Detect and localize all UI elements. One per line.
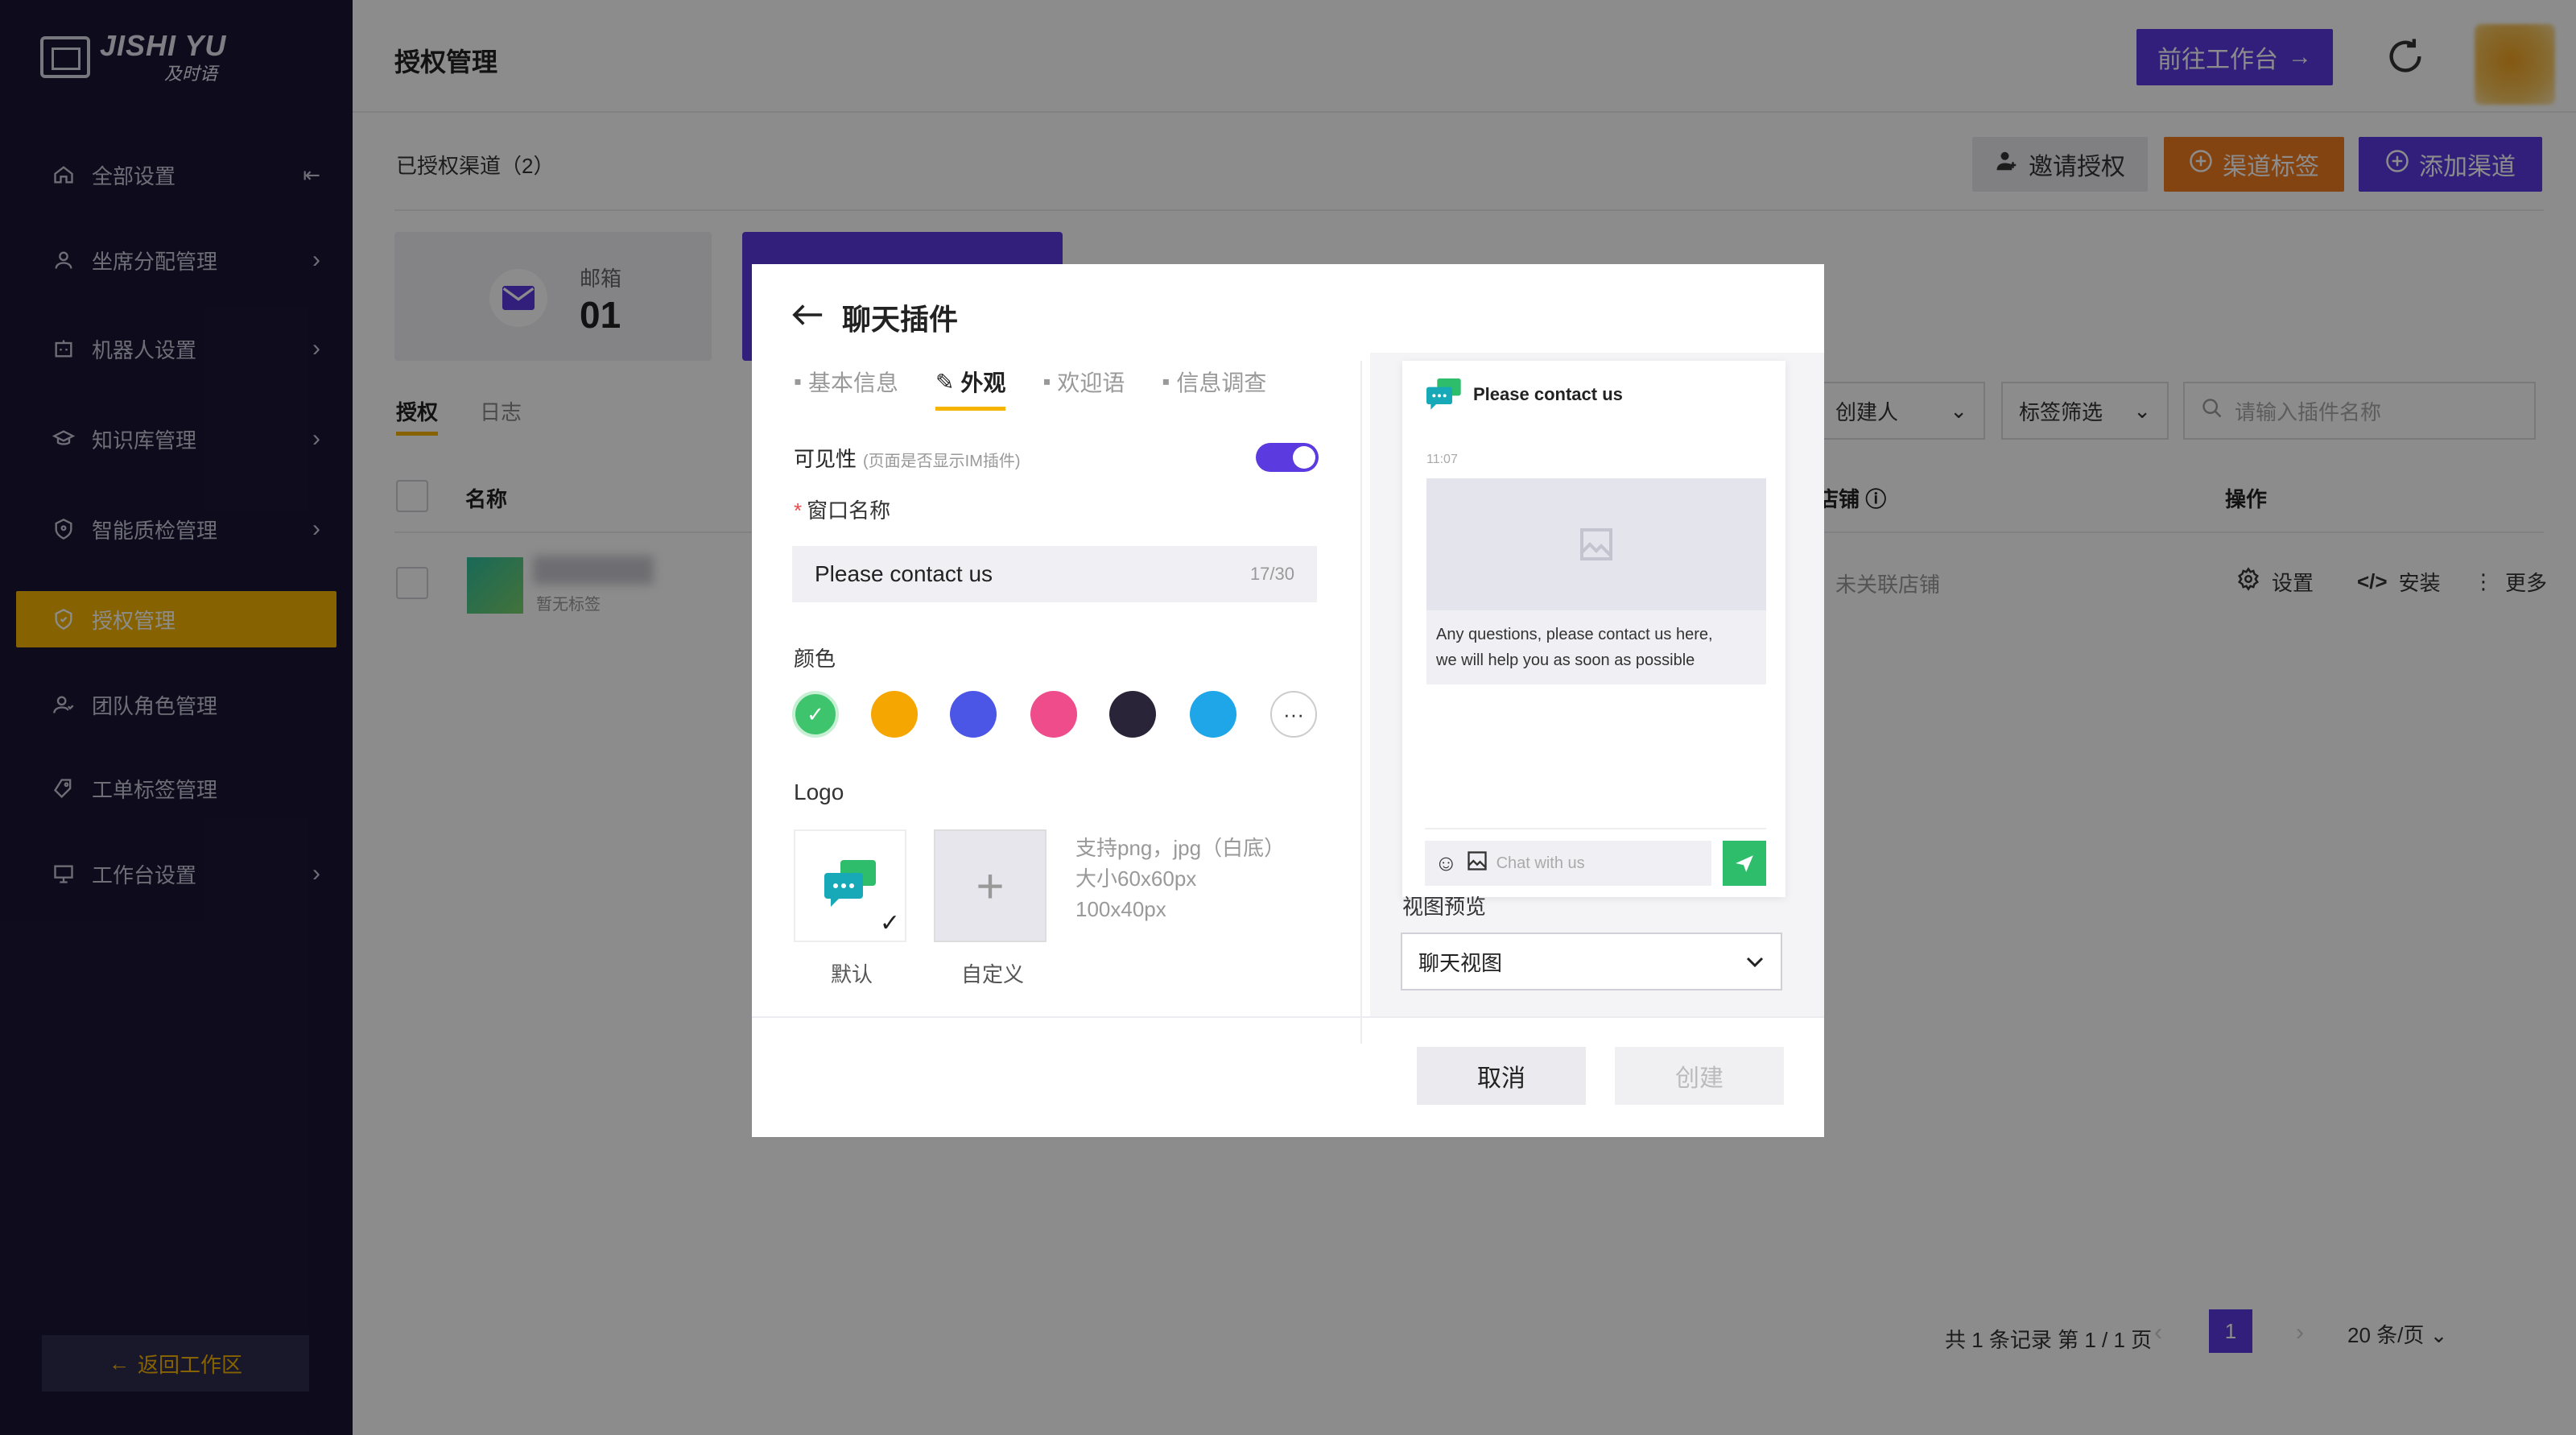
image-icon [1466,850,1488,877]
create-button[interactable]: 创建 [1615,1047,1784,1105]
back-arrow-icon[interactable] [792,300,824,334]
visibility-toggle[interactable] [1256,443,1319,472]
color-label: 颜色 [794,647,836,671]
clipboard-icon: ▪ [1162,369,1170,394]
preview-timestamp: 11:07 [1426,453,1458,466]
tab-basic-info[interactable]: ▪ 基本信息 [794,366,898,398]
chat-plugin-modal: 聊天插件 ▪ 基本信息 ✎ 外观 ▪ 欢迎语 ▪ 信息调查 可见性 (页面是否显示… [752,264,1824,1137]
logo-hint: 支持png，jpg（白底） 大小60x60px 100x40px [1075,836,1286,921]
modal-tabs: ▪ 基本信息 ✎ 外观 ▪ 欢迎语 ▪ 信息调查 [794,366,1266,411]
preview-header: Please contact us [1426,378,1623,411]
color-swatch-green[interactable]: ✓ [792,691,839,738]
logo-option-default[interactable]: ✓ [794,829,906,942]
logo-custom-caption: 自定义 [961,962,1025,986]
tab-welcome-message[interactable]: ▪ 欢迎语 [1042,366,1125,398]
divider [752,1016,1824,1018]
preview-chat-input: ☺ Chat with us [1425,841,1711,886]
preview-message: Any questions, please contact us here, w… [1426,610,1766,684]
divider [1360,361,1362,1044]
check-icon: ✓ [807,701,824,726]
color-swatch-orange[interactable] [871,691,918,738]
view-preview-label: 视图预览 [1402,895,1487,919]
cancel-button[interactable]: 取消 [1417,1047,1586,1105]
more-colors-button[interactable]: ··· [1270,691,1317,738]
emoji-icon: ☺ [1435,850,1458,875]
logo-option-custom-upload[interactable]: + [934,829,1046,942]
chat-logo-icon [1426,378,1461,410]
check-icon: ✓ [879,910,900,937]
logo-label: Logo [794,780,844,804]
tab-appearance[interactable]: ✎ 外观 [935,366,1006,411]
window-name-input[interactable]: Please contact us 17/30 [792,546,1317,602]
logo-default-caption: 默认 [831,962,873,986]
text-icon: ▪ [1042,369,1051,394]
chat-widget-preview: Please contact us 11:07 Any questions, p… [1402,361,1785,897]
tab-survey[interactable]: ▪ 信息调查 [1162,366,1266,398]
plus-icon: + [976,858,1005,913]
chat-logo-icon [824,860,876,907]
color-swatch-pink[interactable] [1030,691,1077,738]
more-horizontal-icon: ··· [1283,701,1304,726]
chat-bubble-icon: ▪ [794,369,802,394]
image-icon [1580,528,1612,560]
chevron-down-icon [1745,949,1765,974]
brush-icon: ✎ [935,369,955,395]
color-swatch-sky[interactable] [1190,691,1236,738]
visibility-label: 可见性 (页面是否显示IM插件) [794,447,1021,471]
color-swatch-dark[interactable] [1109,691,1156,738]
char-counter: 17/30 [1249,564,1294,584]
modal-title: 聊天插件 [792,296,958,338]
window-name-label: * 窗口名称 [794,498,891,523]
preview-image-placeholder [1426,478,1766,610]
divider [1425,828,1766,829]
send-icon [1723,841,1766,886]
color-swatch-blue[interactable] [950,691,997,738]
view-preview-select[interactable]: 聊天视图 [1401,933,1782,990]
